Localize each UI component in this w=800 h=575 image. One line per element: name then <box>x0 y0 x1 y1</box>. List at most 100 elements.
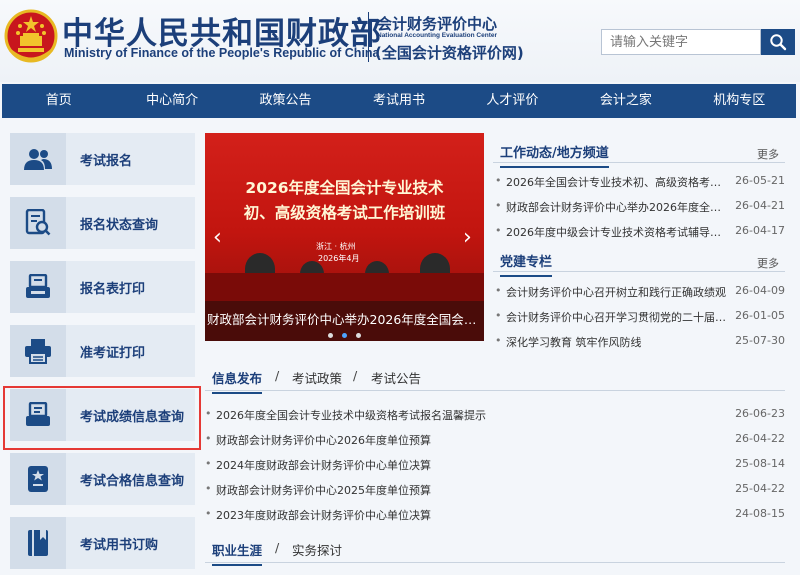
tab-practice[interactable]: 实务探讨 <box>292 540 342 559</box>
carousel-dot-active[interactable] <box>342 333 347 338</box>
bullet-icon: • <box>205 407 212 420</box>
news-date: 26-01-05 <box>735 309 785 322</box>
news-title-link[interactable]: 深化学习教育 筑牢作风防线 <box>506 334 726 350</box>
news-carousel[interactable]: 2026年度全国会计专业技术 初、高级资格考试工作培训班 浙江 · 杭州 202… <box>205 133 484 341</box>
party-more-link[interactable]: 更多 <box>757 255 779 271</box>
news-title-link[interactable]: 会计财务评价中心召开树立和践行正确政绩观 <box>506 284 726 300</box>
work-news-header: 工作动态/地方频道 更多 <box>493 137 785 168</box>
news-title-link[interactable]: 会计财务评价中心召开学习贯彻党的二十届四中全会 <box>506 309 726 325</box>
career-tabs: 职业生涯 / 实务探讨 <box>205 537 785 566</box>
nav-home[interactable]: 首页 <box>2 84 115 118</box>
news-date: 26-04-17 <box>735 224 785 237</box>
list-item: • 2026年全国会计专业技术初、高级资格考试工作培训班 26-05-21 <box>493 174 785 192</box>
banner-location: 浙江 · 杭州 <box>316 242 356 251</box>
bullet-icon: • <box>495 309 502 322</box>
list-item: • 2023年度财政部会计财务评价中心单位决算 24-08-15 <box>205 507 785 525</box>
carousel-prev-icon[interactable]: ‹ <box>213 227 222 249</box>
sidebar-item-label: 考试报名 <box>80 153 133 169</box>
search-input[interactable] <box>601 29 761 55</box>
sidebar-item-label: 考试合格信息查询 <box>80 473 185 489</box>
nav-books[interactable]: 考试用书 <box>342 84 455 118</box>
bullet-icon: • <box>495 284 502 297</box>
nav-accounting-home[interactable]: 会计之家 <box>569 84 682 118</box>
ministry-title-en: Ministry of Finance of the People's Repu… <box>64 46 380 60</box>
score-tray-icon <box>26 402 50 426</box>
banner-title-line1: 2026年度全国会计专业技术 <box>245 179 444 197</box>
list-item: • 会计财务评价中心召开树立和践行正确政绩观 26-04-09 <box>493 284 785 302</box>
tab-separator: / <box>353 368 358 383</box>
sidebar-item-label: 报名表打印 <box>80 281 146 297</box>
bullet-icon: • <box>205 507 212 520</box>
bullet-icon: • <box>205 432 212 445</box>
list-item: • 财政部会计财务评价中心2025年度单位预算 25-04-22 <box>205 482 785 500</box>
carousel-dot[interactable] <box>356 333 361 338</box>
bullet-icon: • <box>495 224 502 237</box>
banner-date: 2026年4月 <box>318 254 360 263</box>
sidebar-item-admission-print[interactable]: 准考证打印 <box>10 325 195 377</box>
sidebar-item-exam-registration[interactable]: 考试报名 <box>10 133 195 185</box>
news-title-link[interactable]: 2026年全国会计专业技术初、高级资格考试工作培训班 <box>506 174 726 190</box>
carousel-dots <box>205 333 484 338</box>
sidebar-item-label: 准考证打印 <box>80 345 146 361</box>
nav-about[interactable]: 中心简介 <box>115 84 228 118</box>
news-title-link[interactable]: 财政部会计财务评价中心举办2026年度全国会计专业技术 <box>506 199 726 215</box>
banner-title-line2: 初、高级资格考试工作培训班 <box>243 204 446 222</box>
work-news-more-link[interactable]: 更多 <box>757 146 779 162</box>
center-name-en: National Accounting Evaluation Center <box>377 32 498 39</box>
news-date: 26-04-09 <box>735 284 785 297</box>
sidebar-item-form-print[interactable]: 报名表打印 <box>10 261 195 313</box>
list-item: • 会计财务评价中心召开学习贯彻党的二十届四中全会 26-01-05 <box>493 309 785 327</box>
header-divider <box>368 12 369 62</box>
main-nav: 首页 中心简介 政策公告 考试用书 人才评价 会计之家 机构专区 <box>2 84 796 118</box>
sidebar-item-qualification-query[interactable]: 考试合格信息查询 <box>10 453 195 505</box>
tab-info-release[interactable]: 信息发布 <box>212 368 263 394</box>
tab-career[interactable]: 职业生涯 <box>212 540 263 566</box>
stage-table <box>205 273 484 301</box>
carousel-dot[interactable] <box>328 333 333 338</box>
list-item: • 财政部会计财务评价中心举办2026年度全国会计专业技术 26-04-21 <box>493 199 785 217</box>
party-title[interactable]: 党建专栏 <box>500 251 553 277</box>
nav-institutions[interactable]: 机构专区 <box>683 84 796 118</box>
list-item: • 2024年度财政部会计财务评价中心单位决算 25-08-14 <box>205 457 785 475</box>
info-title-link[interactable]: 2023年度财政部会计财务评价中心单位决算 <box>216 507 431 523</box>
sidebar-item-label: 考试成绩信息查询 <box>80 409 185 425</box>
info-date: 24-08-15 <box>735 507 785 520</box>
carousel-next-icon[interactable]: › <box>463 227 472 249</box>
tab-exam-policy[interactable]: 考试政策 <box>292 368 342 387</box>
sidebar-item-label: 考试用书订购 <box>80 537 159 553</box>
search-icon <box>770 34 787 51</box>
sidebar-item-score-query[interactable]: 考试成绩信息查询 <box>10 389 195 441</box>
info-title-link[interactable]: 财政部会计财务评价中心2026年度单位预算 <box>216 432 431 448</box>
info-title-link[interactable]: 2024年度财政部会计财务评价中心单位决算 <box>216 457 431 473</box>
sidebar-item-label: 报名状态查询 <box>80 217 159 233</box>
sidebar-item-book-order[interactable]: 考试用书订购 <box>10 517 195 569</box>
users-icon <box>24 149 52 170</box>
list-item: • 2026年度全国会计专业技术中级资格考试报名温馨提示 26-06-23 <box>205 407 785 425</box>
nav-talent[interactable]: 人才评价 <box>456 84 569 118</box>
printer-icon <box>25 339 51 364</box>
certificate-icon <box>28 466 48 492</box>
tab-separator: / <box>275 368 280 383</box>
info-date: 25-08-14 <box>735 457 785 470</box>
bullet-icon: • <box>205 482 212 495</box>
nav-policy[interactable]: 政策公告 <box>229 84 342 118</box>
news-date: 26-05-21 <box>735 174 785 187</box>
party-header: 党建专栏 更多 <box>493 246 785 277</box>
print-form-icon <box>26 274 50 298</box>
sidebar-item-registration-status[interactable]: 报名状态查询 <box>10 197 195 249</box>
search-button[interactable] <box>761 29 795 55</box>
info-title-link[interactable]: 财政部会计财务评价中心2025年度单位预算 <box>216 482 431 498</box>
news-title-link[interactable]: 2026年度中级会计专业技术资格考试辅导用书 <box>506 224 726 240</box>
site-header: 中华人民共和国财政部 Ministry of Finance of the Pe… <box>0 0 800 82</box>
list-item: • 深化学习教育 筑牢作风防线 25-07-30 <box>493 334 785 352</box>
bullet-icon: • <box>205 457 212 470</box>
news-date: 26-04-21 <box>735 199 785 212</box>
center-name-cn: 会计财务评价中心 <box>377 15 498 33</box>
work-news-title[interactable]: 工作动态/地方频道 <box>500 142 609 168</box>
news-date: 25-07-30 <box>735 334 785 347</box>
info-date: 26-04-22 <box>735 432 785 445</box>
carousel-caption[interactable]: 财政部会计财务评价中心举办2026年度全国会计专业技术初、高级资格考试工作培训班 <box>205 309 484 328</box>
info-title-link[interactable]: 2026年度全国会计专业技术中级资格考试报名温馨提示 <box>216 407 486 423</box>
tab-exam-notice[interactable]: 考试公告 <box>371 368 421 387</box>
info-date: 26-06-23 <box>735 407 785 420</box>
